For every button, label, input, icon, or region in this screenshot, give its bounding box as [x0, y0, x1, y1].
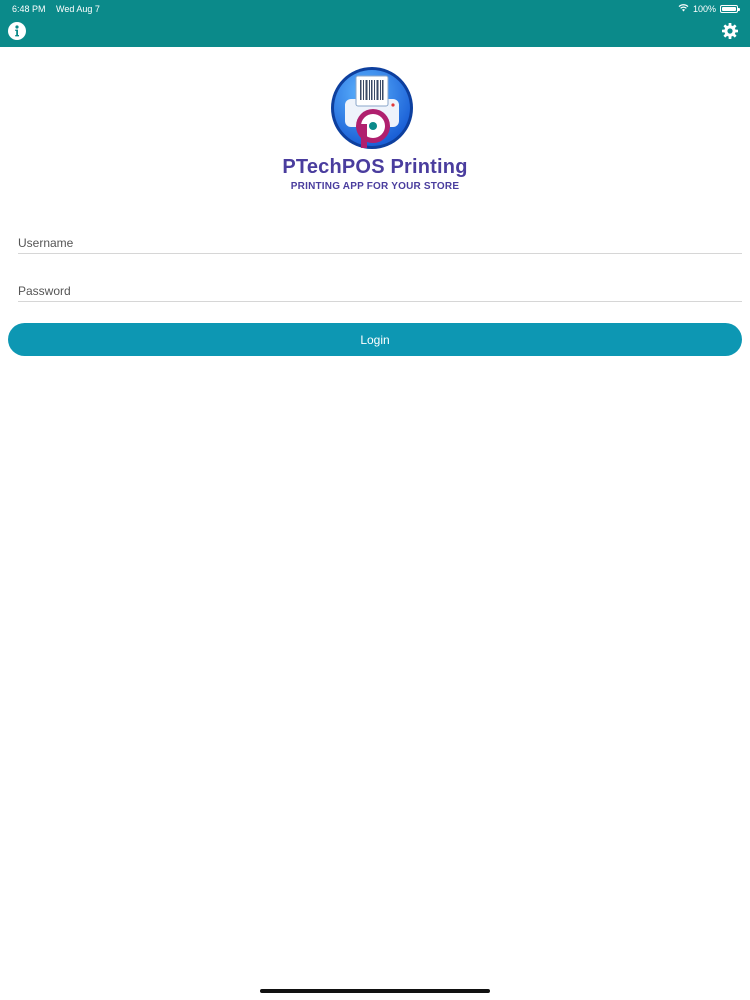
gear-icon — [722, 23, 738, 39]
battery-icon — [720, 4, 740, 13]
password-input[interactable] — [18, 281, 742, 301]
login-button-label: Login — [360, 332, 390, 347]
info-icon — [15, 25, 19, 37]
login-button[interactable]: Login — [8, 323, 742, 356]
brand-title: PTechPOS Printing — [282, 156, 468, 178]
wifi-icon — [678, 3, 689, 14]
username-field-container — [18, 233, 742, 254]
home-indicator — [260, 989, 490, 993]
battery-fill — [722, 6, 736, 11]
brand-subtitle: PRINTING APP FOR YOUR STORE — [290, 181, 460, 192]
battery-tip — [738, 7, 740, 11]
status-bar: 6:48 PM Wed Aug 7 100% — [0, 0, 750, 18]
printer-logo-icon — [331, 67, 413, 149]
settings-button[interactable] — [720, 21, 740, 41]
status-indicators: 100% — [678, 3, 740, 14]
status-time: 6:48 PM — [12, 4, 46, 14]
status-date: Wed Aug 7 — [56, 4, 100, 14]
info-button[interactable] — [8, 22, 26, 40]
nav-bar — [0, 18, 750, 47]
battery-percent: 100% — [692, 3, 716, 14]
app-logo — [330, 66, 414, 150]
password-field-container — [18, 281, 742, 302]
username-input[interactable] — [18, 233, 742, 253]
